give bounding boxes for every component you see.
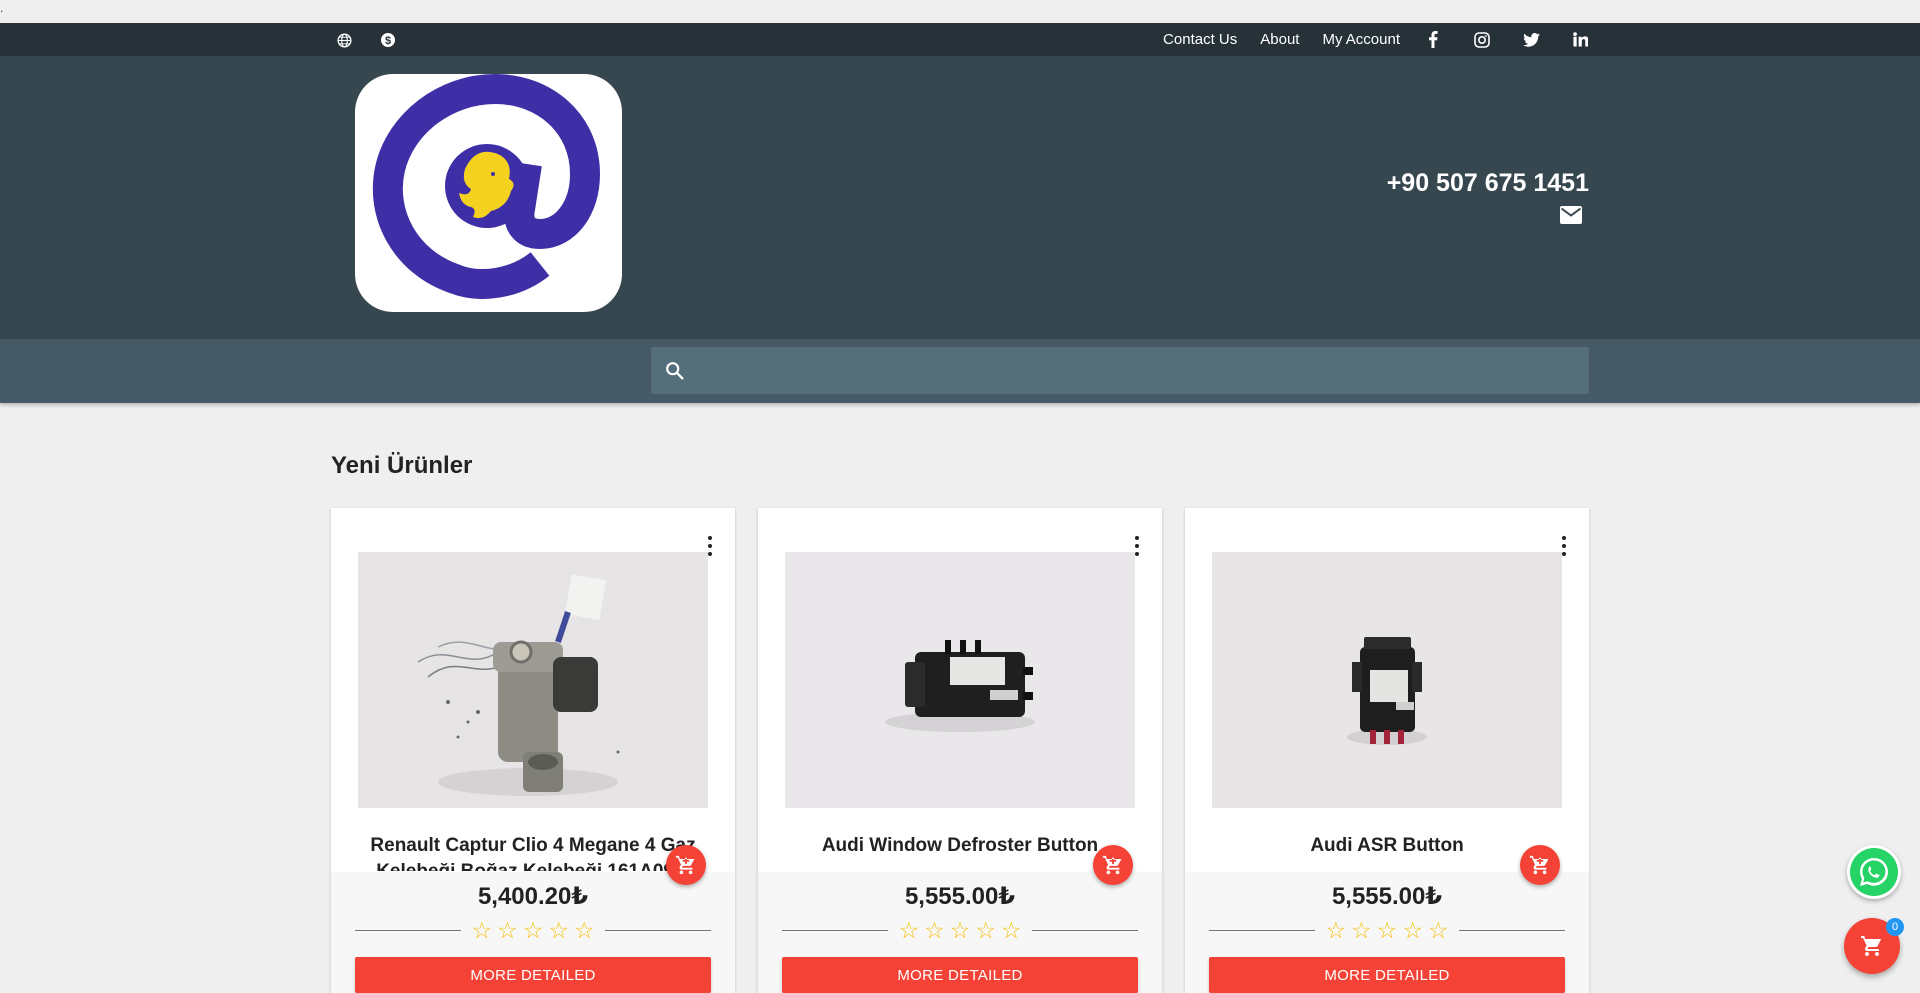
product-name[interactable]: Renault Captur Clio 4 Megane 4 Gaz Keleb…	[351, 833, 715, 871]
product-card: Audi ASR Button 5,555.00₺ ☆ ☆ ☆ ☆ ☆ MORE DET…	[1185, 508, 1589, 993]
add-to-cart-button[interactable]	[1093, 845, 1133, 885]
search-box	[651, 347, 1589, 394]
instagram-icon[interactable]	[1473, 31, 1491, 49]
star-icon[interactable]: ☆	[1001, 919, 1022, 942]
more-detailed-button[interactable]: MORE DETAILED	[355, 957, 711, 993]
add-to-cart-button[interactable]	[1520, 845, 1560, 885]
product-card: Audi Window Defroster Button 5,555.00₺ ☆…	[758, 508, 1162, 993]
star-icon[interactable]: ☆	[898, 919, 919, 942]
star-icon[interactable]: ☆	[1402, 919, 1423, 942]
product-name[interactable]: Audi ASR Button	[1205, 833, 1569, 871]
contact-us-link[interactable]: Contact Us	[1163, 31, 1237, 48]
star-icon[interactable]: ☆	[1325, 919, 1346, 942]
rating-row: ☆ ☆ ☆ ☆ ☆	[355, 918, 711, 942]
my-account-link[interactable]: My Account	[1322, 31, 1400, 48]
star-icon[interactable]: ☆	[1428, 919, 1449, 942]
globe-icon[interactable]	[335, 31, 353, 49]
star-rating[interactable]: ☆ ☆ ☆ ☆ ☆	[888, 919, 1031, 942]
svg-text:$: $	[385, 35, 391, 47]
star-rating[interactable]: ☆ ☆ ☆ ☆ ☆	[461, 919, 604, 942]
search-icon[interactable]	[664, 360, 686, 382]
star-icon[interactable]: ☆	[471, 919, 492, 942]
star-rating[interactable]: ☆ ☆ ☆ ☆ ☆	[1315, 919, 1458, 942]
cart-count-badge: 0	[1886, 918, 1904, 936]
star-icon[interactable]: ☆	[975, 919, 996, 942]
twitter-icon[interactable]	[1522, 31, 1540, 49]
brand-logo[interactable]	[355, 74, 622, 312]
top-bar: $ Contact Us About My Account	[0, 23, 1920, 56]
star-icon[interactable]: ☆	[523, 919, 544, 942]
more-detailed-button[interactable]: MORE DETAILED	[782, 957, 1138, 993]
search-bar	[0, 339, 1920, 403]
product-image[interactable]	[358, 552, 708, 808]
add-cart-icon	[675, 855, 695, 875]
star-icon[interactable]: ☆	[1351, 919, 1372, 942]
rating-row: ☆ ☆ ☆ ☆ ☆	[1209, 918, 1565, 942]
product-image[interactable]	[1212, 552, 1562, 808]
site-header: +90 507 675 1451	[0, 56, 1920, 339]
star-icon[interactable]: ☆	[1377, 919, 1398, 942]
star-icon[interactable]: ☆	[548, 919, 569, 942]
product-image[interactable]	[785, 552, 1135, 808]
product-price: 5,555.00₺	[904, 883, 1016, 910]
whatsapp-button[interactable]	[1847, 845, 1901, 899]
facebook-icon[interactable]	[1424, 31, 1442, 49]
add-cart-icon	[1529, 855, 1549, 875]
add-cart-icon	[1102, 855, 1122, 875]
star-icon[interactable]: ☆	[924, 919, 945, 942]
search-input[interactable]	[699, 347, 1579, 394]
product-name[interactable]: Audi Window Defroster Button	[778, 833, 1142, 871]
section-title: Yeni Ürünler	[331, 452, 473, 479]
product-price: 5,400.20₺	[477, 883, 589, 910]
more-detailed-button[interactable]: MORE DETAILED	[1209, 957, 1565, 993]
phone-number[interactable]: +90 507 675 1451	[1387, 169, 1589, 198]
add-to-cart-button[interactable]	[666, 845, 706, 885]
floating-cart-button[interactable]: 0	[1844, 918, 1904, 974]
star-icon[interactable]: ☆	[950, 919, 971, 942]
product-card: Renault Captur Clio 4 Megane 4 Gaz Keleb…	[331, 508, 735, 993]
star-icon[interactable]: ☆	[497, 919, 518, 942]
shopping-cart-icon	[1861, 936, 1882, 956]
currency-icon[interactable]: $	[379, 31, 397, 49]
stray-dot: .	[0, 1, 4, 15]
star-icon[interactable]: ☆	[574, 919, 595, 942]
about-link[interactable]: About	[1260, 31, 1299, 48]
whatsapp-icon	[1850, 848, 1898, 896]
mail-icon[interactable]	[1560, 206, 1584, 226]
product-price: 5,555.00₺	[1331, 883, 1443, 910]
linkedin-icon[interactable]	[1571, 31, 1589, 49]
rating-row: ☆ ☆ ☆ ☆ ☆	[782, 918, 1138, 942]
